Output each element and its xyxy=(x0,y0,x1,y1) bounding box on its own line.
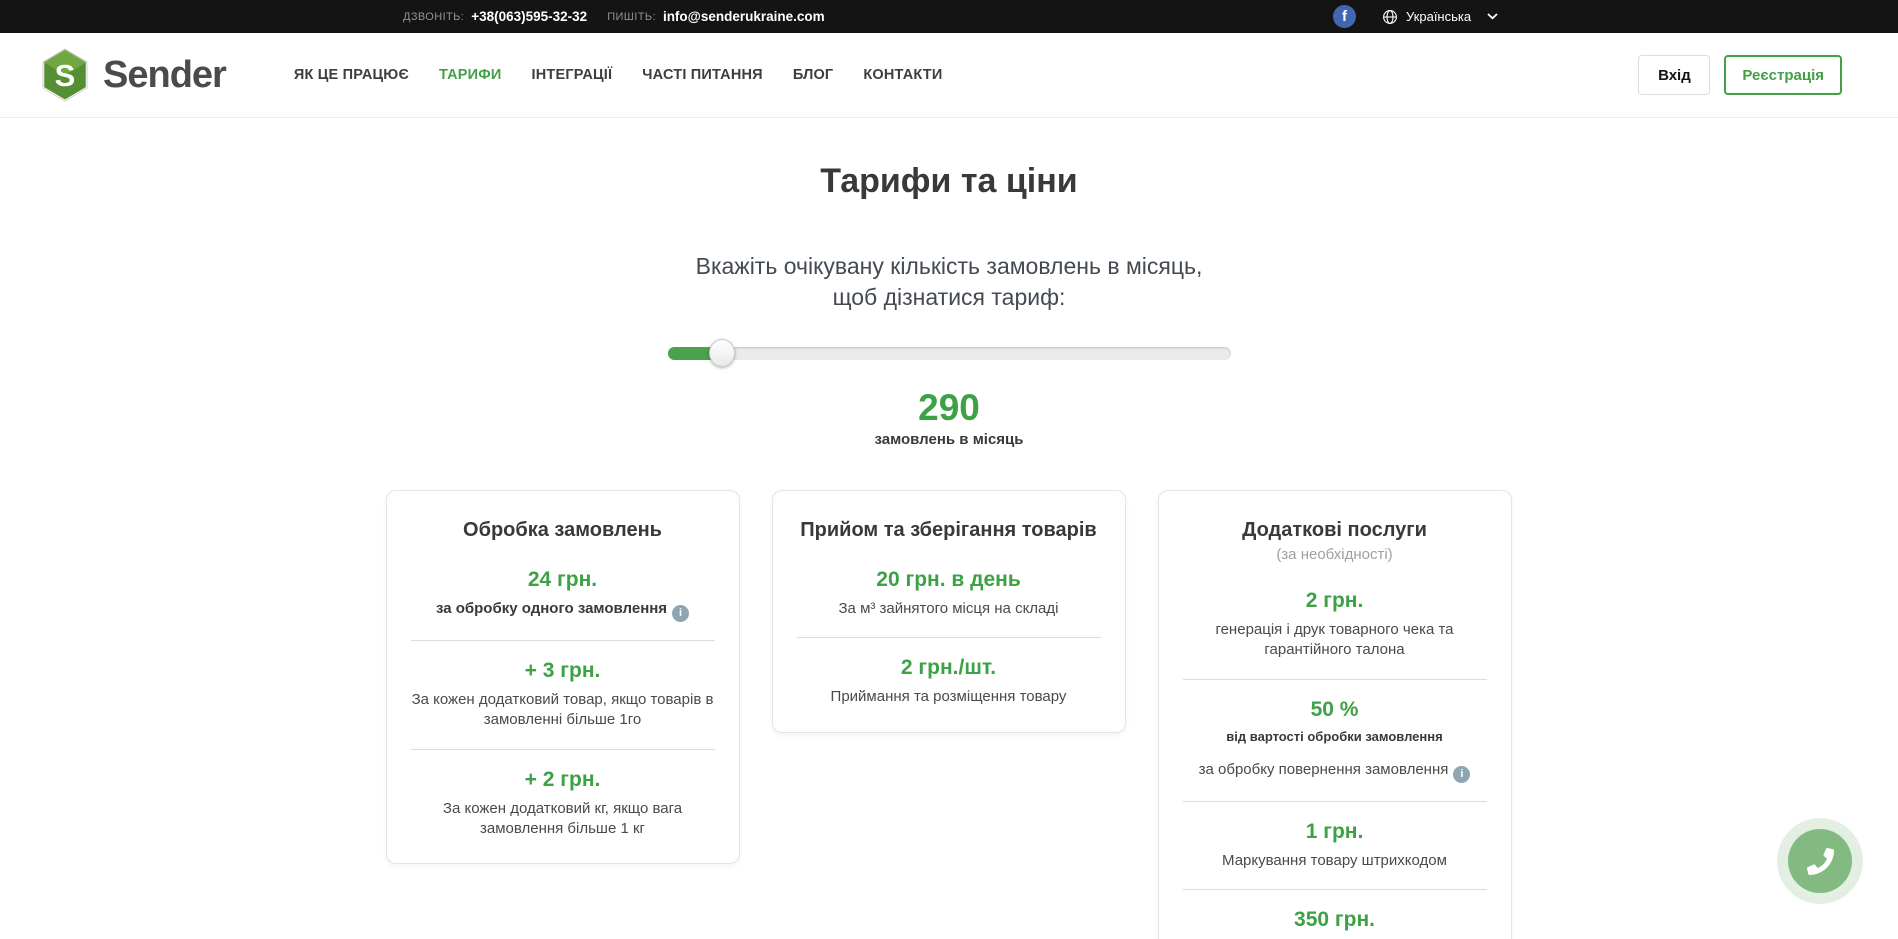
call-label: ДЗВОНІТЬ: xyxy=(403,11,464,23)
price-desc-text: за обробку одного замовлення xyxy=(436,600,667,617)
divider xyxy=(411,749,715,750)
topbar: ДЗВОНІТЬ: +38(063)595-32-32 ПИШІТЬ: info… xyxy=(0,0,1898,33)
price-item: 50 % від вартості обробки замовлення за … xyxy=(1177,698,1493,783)
price-item: + 2 грн. За кожен додатковий кг, якщо ва… xyxy=(405,768,721,840)
card-subtitle: (за необхідності) xyxy=(1177,546,1493,563)
topbar-right: f Українська xyxy=(1333,0,1498,33)
info-icon[interactable]: i xyxy=(1453,766,1470,783)
info-icon[interactable]: i xyxy=(672,605,689,622)
price-value: 350 грн. xyxy=(1177,908,1493,932)
price-value: 24 грн. xyxy=(405,568,721,592)
nav-faq[interactable]: ЧАСТІ ПИТАННЯ xyxy=(642,67,763,83)
orders-slider[interactable] xyxy=(668,339,1231,367)
phone-link[interactable]: +38(063)595-32-32 xyxy=(471,9,587,24)
slider-handle[interactable] xyxy=(709,339,735,367)
write-label: ПИШІТЬ: xyxy=(607,11,656,23)
card-order-processing: Обробка замовлень 24 грн. за обробку одн… xyxy=(386,490,740,864)
phone-fab-inner xyxy=(1788,829,1852,893)
language-selector[interactable]: Українська xyxy=(1406,9,1471,24)
price-item: + 3 грн. За кожен додатковий товар, якщо… xyxy=(405,659,721,731)
price-value: 1 грн. xyxy=(1177,820,1493,844)
price-desc: За кожен додатковий кг, якщо вага замовл… xyxy=(410,799,715,840)
header: S Sender ЯК ЦЕ ПРАЦЮЄ ТАРИФИ ІНТЕГРАЦІЇ … xyxy=(0,33,1898,118)
price-item: 350 грн. кур'єрська доставка по Києву xyxy=(1177,908,1493,939)
logo[interactable]: S Sender xyxy=(40,47,226,103)
divider xyxy=(411,640,715,641)
nav-how-it-works[interactable]: ЯК ЦЕ ПРАЦЮЄ xyxy=(294,67,409,83)
card-extra-services: Додаткові послуги (за необхідності) 2 гр… xyxy=(1158,490,1512,939)
divider xyxy=(797,637,1101,638)
price-item: 1 грн. Маркування товару штрихкодом xyxy=(1177,820,1493,871)
price-item: 24 грн. за обробку одного замовлення i xyxy=(405,568,721,622)
card-storage: Прийом та зберігання товарів 20 грн. в д… xyxy=(772,490,1126,733)
price-desc: За кожен додатковий товар, якщо товарів … xyxy=(410,690,715,731)
slider-prompt: Вкажіть очікувану кількість замовлень в … xyxy=(0,251,1898,313)
card-title: Додаткові послуги xyxy=(1177,519,1493,542)
pricing-cards: Обробка замовлень 24 грн. за обробку одн… xyxy=(386,490,1513,939)
register-button[interactable]: Реєстрація xyxy=(1724,55,1842,95)
slider-track[interactable] xyxy=(668,347,1231,360)
price-desc: за обробку одного замовлення i xyxy=(410,599,715,622)
price-value: 50 % xyxy=(1177,698,1493,722)
price-desc: За м³ зайнятого місця на складі xyxy=(796,599,1101,619)
main-content: Тарифи та ціни Вкажіть очікувану кількіс… xyxy=(0,162,1898,939)
price-item: 2 грн./шт. Приймання та розміщення товар… xyxy=(791,656,1107,707)
price-value: 2 грн./шт. xyxy=(791,656,1107,680)
slider-prompt-line1: Вкажіть очікувану кількість замовлень в … xyxy=(0,251,1898,282)
divider xyxy=(1183,679,1487,680)
chevron-down-icon[interactable] xyxy=(1487,13,1498,20)
card-title: Прийом та зберігання товарів xyxy=(791,519,1107,542)
facebook-icon[interactable]: f xyxy=(1333,5,1356,28)
page: ДЗВОНІТЬ: +38(063)595-32-32 ПИШІТЬ: info… xyxy=(0,0,1898,939)
price-desc-text: за обробку повернення замовлення xyxy=(1199,761,1449,778)
nav-tariffs[interactable]: ТАРИФИ xyxy=(439,67,502,83)
price-desc: за обробку повернення замовленняi xyxy=(1182,760,1487,783)
logo-hexagon-icon: S xyxy=(40,47,90,103)
price-value: + 2 грн. xyxy=(405,768,721,792)
price-note: від вартості обробки замовлення xyxy=(1177,729,1493,744)
orders-count-value: 290 xyxy=(0,387,1898,429)
divider xyxy=(1183,889,1487,890)
orders-count-label: замовлень в місяць xyxy=(0,431,1898,448)
main-nav: ЯК ЦЕ ПРАЦЮЄ ТАРИФИ ІНТЕГРАЦІЇ ЧАСТІ ПИТ… xyxy=(294,67,973,83)
price-item: 2 грн. генерація і друк товарного чека т… xyxy=(1177,589,1493,661)
slider-prompt-line2: щоб дізнатися тариф: xyxy=(0,282,1898,313)
phone-icon xyxy=(1807,848,1834,875)
divider xyxy=(1183,801,1487,802)
price-value: 20 грн. в день xyxy=(791,568,1107,592)
nav-contacts[interactable]: КОНТАКТИ xyxy=(863,67,942,83)
price-desc: Маркування товару штрихкодом xyxy=(1182,851,1487,871)
price-desc: генерація і друк товарного чека та гаран… xyxy=(1182,620,1487,661)
nav-integrations[interactable]: ІНТЕГРАЦІЇ xyxy=(532,67,613,83)
price-desc: Приймання та розміщення товару xyxy=(796,687,1101,707)
login-button[interactable]: Вхід xyxy=(1638,55,1710,95)
topbar-contacts: ДЗВОНІТЬ: +38(063)595-32-32 ПИШІТЬ: info… xyxy=(403,0,825,33)
logo-wordmark: Sender xyxy=(103,54,226,97)
globe-icon xyxy=(1382,9,1398,25)
price-value: 2 грн. xyxy=(1177,589,1493,613)
card-title: Обробка замовлень xyxy=(405,519,721,542)
email-link[interactable]: info@senderukraine.com xyxy=(663,9,825,24)
svg-text:S: S xyxy=(55,58,76,93)
price-item: 20 грн. в день За м³ зайнятого місця на … xyxy=(791,568,1107,619)
price-value: + 3 грн. xyxy=(405,659,721,683)
phone-fab[interactable] xyxy=(1777,818,1863,904)
page-title: Тарифи та ціни xyxy=(0,162,1898,201)
nav-blog[interactable]: БЛОГ xyxy=(793,67,834,83)
